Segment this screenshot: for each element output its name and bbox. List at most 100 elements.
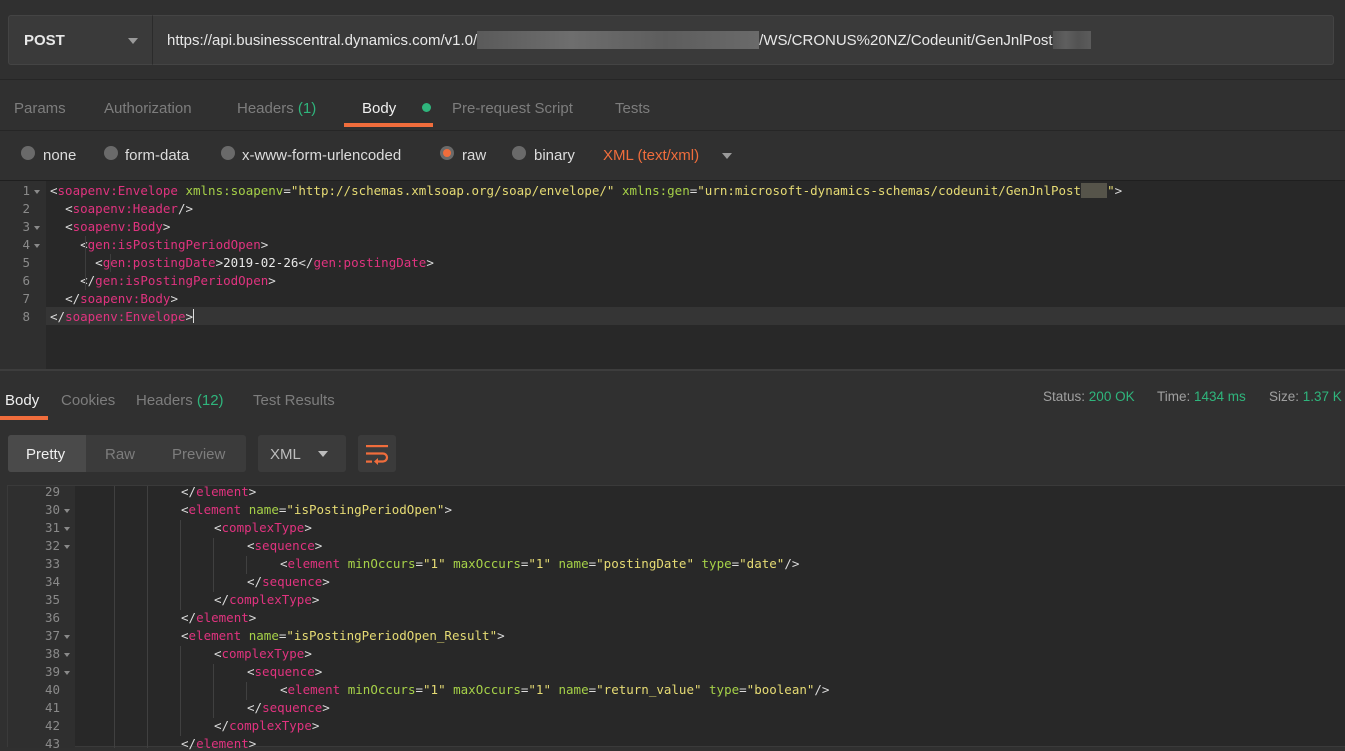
code-line: </soapenv:Body> xyxy=(65,291,178,306)
line-number-gutter: 1 2 3 4 5 6 7 8 xyxy=(0,181,46,371)
line-number: 4 xyxy=(22,237,30,252)
response-tab-headers-label: Headers xyxy=(136,392,193,409)
tab-tests[interactable]: Tests xyxy=(615,100,650,117)
indent-guide xyxy=(213,664,214,718)
radio-form-data[interactable] xyxy=(104,146,118,160)
line-number: 3 xyxy=(22,219,30,234)
fold-arrow-icon[interactable] xyxy=(64,527,70,531)
fold-arrow-icon[interactable] xyxy=(64,671,70,675)
code-line: <complexType> xyxy=(214,646,312,661)
radio-form-data-label[interactable]: form-data xyxy=(125,147,189,164)
status-value: 200 OK xyxy=(1088,389,1135,404)
line-number: 36 xyxy=(44,610,60,625)
code-line: </sequence> xyxy=(247,574,330,589)
line-number: 38 xyxy=(44,646,60,661)
response-tab-headers[interactable]: Headers (12) xyxy=(136,392,224,409)
radio-binary-label[interactable]: binary xyxy=(534,147,575,164)
line-number: 5 xyxy=(22,255,30,270)
code-line: </complexType> xyxy=(214,718,320,733)
code-line: <element minOccurs="1" maxOccurs="1" nam… xyxy=(280,682,830,697)
time-value: 1434 ms xyxy=(1194,389,1246,404)
view-preview-button[interactable]: Preview xyxy=(172,446,225,463)
tab-authorization[interactable]: Authorization xyxy=(104,100,192,117)
time-readout: Time: 1434 ms xyxy=(1157,389,1246,404)
url-middle: /WS/CRONUS%20NZ/Codeunit/GenJnlPost xyxy=(759,32,1053,49)
tab-headers[interactable]: Headers (1) xyxy=(237,100,316,117)
code-line: <element name="isPostingPeriodOpen"> xyxy=(181,502,452,517)
chevron-down-icon xyxy=(318,451,328,457)
line-number: 33 xyxy=(44,556,60,571)
line-number: 37 xyxy=(44,628,60,643)
method-select[interactable]: POST xyxy=(8,15,152,65)
view-pretty-label[interactable]: Pretty xyxy=(26,446,65,463)
size-readout: Size: 1.37 K xyxy=(1269,389,1342,404)
line-number: 30 xyxy=(44,502,60,517)
code-line: <element name="isPostingPeriodOpen_Resul… xyxy=(181,628,505,643)
code-line: <sequence> xyxy=(247,538,323,553)
code-line: <complexType> xyxy=(214,520,312,535)
fold-arrow-icon[interactable] xyxy=(34,244,40,248)
fold-arrow-icon[interactable] xyxy=(64,635,70,639)
code-line: <soapenv:Header/> xyxy=(65,201,194,216)
redacted-url-segment xyxy=(477,31,760,49)
url-prefix: https://api.businesscentral.dynamics.com… xyxy=(167,32,478,49)
text-cursor xyxy=(193,309,195,323)
chevron-down-icon xyxy=(128,38,138,44)
line-number: 34 xyxy=(44,574,60,589)
url-input[interactable]: https://api.businesscentral.dynamics.com… xyxy=(152,15,1334,65)
fold-arrow-icon[interactable] xyxy=(64,653,70,657)
code-line: </complexType> xyxy=(214,592,320,607)
content-type-select[interactable]: XML (text/xml) xyxy=(603,147,699,164)
fold-arrow-icon[interactable] xyxy=(34,226,40,230)
line-number: 41 xyxy=(44,700,60,715)
radio-raw-label[interactable]: raw xyxy=(462,147,486,164)
line-number: 1 xyxy=(22,183,30,198)
line-number: 42 xyxy=(44,718,60,733)
response-format-label: XML xyxy=(270,446,301,463)
radio-none-label[interactable]: none xyxy=(43,147,76,164)
url-text: https://api.businesscentral.dynamics.com… xyxy=(167,31,1091,49)
view-mode-segmented-control: Pretty Raw Preview xyxy=(8,435,246,472)
active-tab-indicator xyxy=(0,416,48,420)
fold-arrow-icon[interactable] xyxy=(34,190,40,194)
response-body-viewer[interactable]: 29 30 31 32 33 34 35 36 37 38 39 40 41 4… xyxy=(7,484,1345,751)
radio-urlencoded-label[interactable]: x-www-form-urlencoded xyxy=(242,147,401,164)
line-number: 32 xyxy=(44,538,60,553)
radio-none[interactable] xyxy=(21,146,35,160)
response-tab-headers-count: (12) xyxy=(196,392,224,409)
current-line-highlight xyxy=(46,307,1345,325)
radio-binary[interactable] xyxy=(512,146,526,160)
indent-guide xyxy=(246,682,247,700)
response-tab-test-results[interactable]: Test Results xyxy=(253,392,335,409)
radio-urlencoded[interactable] xyxy=(221,146,235,160)
request-bar: POST https://api.businesscentral.dynamic… xyxy=(0,0,1345,80)
response-format-select[interactable]: XML xyxy=(258,435,346,472)
tab-body[interactable]: Body xyxy=(362,100,431,117)
tab-pre-request-script[interactable]: Pre-request Script xyxy=(452,100,573,117)
response-tab-cookies[interactable]: Cookies xyxy=(61,392,115,409)
tab-params[interactable]: Params xyxy=(14,100,66,117)
chevron-down-icon[interactable] xyxy=(722,153,732,159)
radio-raw[interactable] xyxy=(440,146,454,160)
request-body-editor[interactable]: 1 2 3 4 5 6 7 8 <soapenv:Envelope xmlns:… xyxy=(0,180,1345,371)
code-line: <sequence> xyxy=(247,664,323,679)
view-raw-button[interactable]: Raw xyxy=(105,446,135,463)
line-number: 7 xyxy=(22,291,30,306)
status-dot-icon xyxy=(422,103,431,112)
code-line: <soapenv:Envelope xmlns:soapenv="http://… xyxy=(50,183,1123,198)
fold-arrow-icon[interactable] xyxy=(64,509,70,513)
code-line: </element> xyxy=(181,484,257,499)
line-number: 8 xyxy=(22,309,30,324)
fold-arrow-icon[interactable] xyxy=(64,545,70,549)
wrap-lines-button[interactable] xyxy=(358,435,396,472)
line-number: 29 xyxy=(44,484,60,499)
response-tab-body[interactable]: Body xyxy=(5,392,39,409)
code-line: <gen:isPostingPeriodOpen> xyxy=(80,237,269,252)
code-line: </element> xyxy=(181,610,257,625)
method-label: POST xyxy=(24,32,65,49)
indent-guide xyxy=(85,236,86,290)
code-line: </gen:isPostingPeriodOpen> xyxy=(80,273,276,288)
code-line: <soapenv:Body> xyxy=(65,219,171,234)
tab-headers-label: Headers xyxy=(237,100,294,117)
line-number: 2 xyxy=(22,201,30,216)
